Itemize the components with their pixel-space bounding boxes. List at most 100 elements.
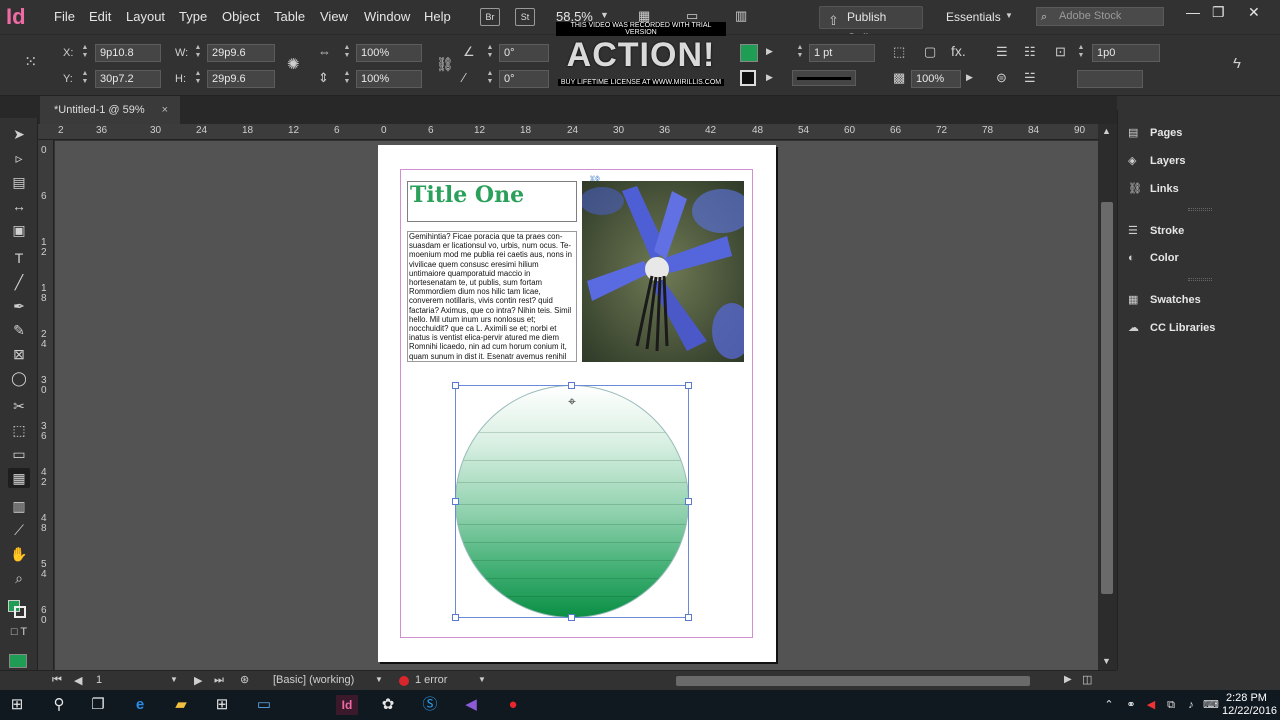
menu-help[interactable]: Help bbox=[424, 9, 451, 24]
play-icon[interactable]: ▶ bbox=[766, 72, 773, 83]
panel-group-grip[interactable] bbox=[1188, 278, 1212, 281]
opacity-field[interactable]: 100% bbox=[911, 70, 961, 88]
tray-recorder-icon[interactable]: ◀ bbox=[1140, 695, 1162, 715]
shear-stepper[interactable]: ▲ ▼ bbox=[485, 70, 495, 88]
network-icon[interactable]: ⧉ bbox=[1160, 695, 1182, 715]
scroll-right-icon[interactable]: ▶ bbox=[1064, 674, 1072, 685]
rectangle-frame-tool-icon[interactable]: ⊠ bbox=[8, 344, 30, 364]
clock-date[interactable]: 12/22/2016 bbox=[1222, 705, 1277, 717]
publish-online-button[interactable]: ⇧ Publish Online bbox=[819, 6, 923, 45]
menu-type[interactable]: Type bbox=[179, 9, 207, 24]
split-view-icon[interactable]: ◫ bbox=[1082, 673, 1092, 686]
workspace-switcher[interactable]: Essentials bbox=[946, 10, 1001, 24]
content-collector-icon[interactable]: ▣ bbox=[8, 220, 30, 240]
constrain-proportions-icon[interactable]: ⛓ bbox=[436, 56, 454, 73]
stroke-weight-stepper[interactable]: ▲ ▼ bbox=[795, 44, 805, 62]
scale-y-stepper[interactable]: ▲ ▼ bbox=[342, 70, 352, 88]
x-field[interactable]: 9p10.8 bbox=[95, 44, 161, 62]
panel-pages[interactable]: ▤ Pages bbox=[1128, 126, 1182, 139]
selection-tool-icon[interactable]: ➤ bbox=[8, 124, 30, 144]
desktop-app-icon[interactable]: ▭ bbox=[253, 695, 275, 715]
ellipse-tool-icon[interactable]: ◯ bbox=[8, 368, 30, 388]
scroll-up-icon[interactable]: ▲ bbox=[1102, 126, 1111, 136]
rotate-field[interactable]: 0° bbox=[499, 44, 549, 62]
lightning-icon[interactable]: ϟ bbox=[1233, 55, 1241, 72]
settings-app-icon[interactable]: ✿ bbox=[377, 695, 399, 715]
close-tab-icon[interactable]: × bbox=[162, 96, 168, 124]
y-field[interactable]: 30p7.2 bbox=[95, 70, 161, 88]
fill-swatch[interactable] bbox=[740, 44, 758, 62]
formatting-container-icon[interactable]: □ T bbox=[8, 622, 30, 642]
h-stepper[interactable]: ▲ ▼ bbox=[193, 70, 203, 88]
x-stepper[interactable]: ▲ ▼ bbox=[80, 44, 90, 62]
minimize-icon[interactable]: — bbox=[1186, 4, 1200, 20]
shear-field[interactable]: 0° bbox=[499, 70, 549, 88]
chevron-down-icon[interactable]: ▼ bbox=[1005, 11, 1013, 20]
apply-color-icon[interactable] bbox=[9, 654, 27, 668]
frame-size-icon[interactable]: ⊡ bbox=[1055, 44, 1066, 60]
scissors-tool-icon[interactable]: ✂ bbox=[8, 396, 30, 416]
gradient-feather-tool-icon[interactable]: ▦ bbox=[8, 468, 30, 488]
align-middle-icon[interactable]: ☷ bbox=[1024, 44, 1036, 60]
menu-layout[interactable]: Layout bbox=[126, 9, 165, 24]
frame-fitting-icon[interactable]: ⬚ bbox=[893, 44, 905, 60]
store-icon[interactable]: ⊞ bbox=[211, 695, 233, 715]
stroke-swatch[interactable] bbox=[740, 70, 756, 86]
resize-handle-bottom-right[interactable] bbox=[685, 614, 692, 621]
vertical-scroll-thumb[interactable] bbox=[1101, 202, 1113, 594]
bridge-button[interactable]: Br bbox=[480, 8, 500, 26]
stroke-style-select[interactable] bbox=[792, 70, 856, 86]
chevron-down-icon[interactable]: ▼ bbox=[478, 675, 486, 684]
chevron-down-icon[interactable]: ▼ bbox=[170, 675, 178, 684]
panel-cc-libraries[interactable]: ☁ CC Libraries bbox=[1128, 321, 1215, 334]
previous-page-icon[interactable]: ◀ bbox=[74, 674, 82, 687]
indesign-taskbar-icon[interactable]: Id bbox=[336, 695, 358, 715]
chevron-down-icon[interactable]: ▼ bbox=[375, 675, 383, 684]
resize-handle-top-right[interactable] bbox=[685, 382, 692, 389]
title-text-frame[interactable]: Title One bbox=[407, 181, 577, 222]
scale-y-field[interactable]: 100% bbox=[356, 70, 422, 88]
body-text-frame[interactable]: Gemihintia? Ficae poracia que ta praes c… bbox=[407, 231, 577, 362]
panel-color[interactable]: ◐ Color bbox=[1128, 252, 1179, 264]
resize-handle-left[interactable] bbox=[452, 498, 459, 505]
resize-handle-top-left[interactable] bbox=[452, 382, 459, 389]
w-field[interactable]: 29p9.6 bbox=[207, 44, 275, 62]
tray-app-icon[interactable]: ⚭ bbox=[1120, 695, 1142, 715]
tab-untitled-1[interactable]: *Untitled-1 @ 59% × bbox=[40, 96, 180, 124]
pencil-tool-icon[interactable]: ✎ bbox=[8, 320, 30, 340]
edge-icon[interactable]: e bbox=[129, 695, 151, 715]
rotate-stepper[interactable]: ▲ ▼ bbox=[485, 44, 495, 62]
volume-icon[interactable]: ♪ bbox=[1180, 695, 1202, 715]
w-stepper[interactable]: ▲ ▼ bbox=[193, 44, 203, 62]
file-explorer-icon[interactable]: ▰ bbox=[170, 695, 192, 715]
next-page-icon[interactable]: ▶ bbox=[194, 674, 202, 687]
error-count[interactable]: 1 error bbox=[415, 674, 447, 686]
page-tool-icon[interactable]: ▤ bbox=[8, 172, 30, 192]
document-page[interactable]: Title One Gemihintia? Ficae poracia que … bbox=[378, 145, 776, 662]
resize-handle-bottom[interactable] bbox=[568, 614, 575, 621]
menu-edit[interactable]: Edit bbox=[89, 9, 111, 24]
screen-mode-icon[interactable]: ▭ bbox=[686, 8, 698, 24]
panel-group-grip[interactable] bbox=[1188, 208, 1212, 211]
page-number[interactable]: 1 bbox=[96, 674, 102, 686]
play-icon[interactable]: ▶ bbox=[966, 72, 973, 83]
zoom-level[interactable]: 58.5% bbox=[556, 9, 593, 24]
gap-field[interactable]: 1p0 bbox=[1092, 44, 1160, 62]
vertical-scrollbar[interactable]: ▲ ▼ bbox=[1098, 124, 1117, 670]
stroke-color-icon[interactable] bbox=[14, 606, 26, 618]
visual-studio-icon[interactable]: ◀ bbox=[460, 695, 482, 715]
stock-button[interactable]: St bbox=[515, 8, 535, 26]
arrange-documents-icon[interactable]: ▥ bbox=[735, 8, 747, 24]
menu-object[interactable]: Object bbox=[222, 9, 260, 24]
scale-x-field[interactable]: 100% bbox=[356, 44, 422, 62]
hand-tool-icon[interactable]: ✋ bbox=[8, 544, 30, 564]
resize-handle-top[interactable] bbox=[568, 382, 575, 389]
line-tool-icon[interactable]: ╱ bbox=[8, 272, 30, 292]
zoom-tool-icon[interactable]: ⌕ bbox=[8, 568, 30, 588]
h-field[interactable]: 29p9.6 bbox=[207, 70, 275, 88]
effects-icon[interactable]: fx. bbox=[951, 43, 966, 59]
tray-chevron-icon[interactable]: ⌃ bbox=[1098, 695, 1120, 715]
pen-tool-icon[interactable]: ✒ bbox=[8, 296, 30, 316]
flower-image[interactable] bbox=[582, 181, 744, 362]
last-page-icon[interactable]: ⏭ bbox=[214, 674, 224, 687]
